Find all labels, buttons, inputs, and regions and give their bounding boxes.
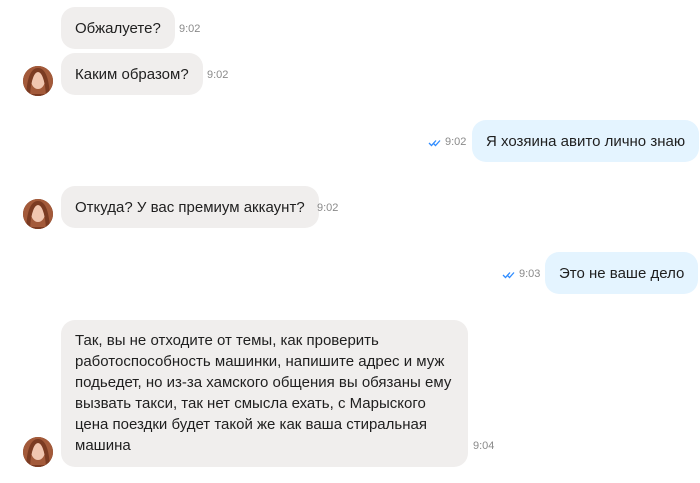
message-bubble-incoming[interactable]: Так, вы не отходите от темы, как провери…: [61, 320, 468, 467]
message-time: 9:02: [445, 136, 467, 148]
message-bubble-incoming[interactable]: Откуда? У вас премиум аккаунт?: [61, 186, 319, 228]
avatar[interactable]: [23, 199, 53, 229]
message-time: 9:02: [179, 23, 201, 35]
avatar[interactable]: [23, 66, 53, 96]
message-text: Каким образом?: [75, 66, 189, 83]
message-text: Откуда? У вас премиум аккаунт?: [75, 199, 305, 216]
message-time: 9:03: [519, 268, 541, 280]
message-text: Это не ваше дело: [559, 265, 685, 282]
message-bubble-incoming[interactable]: Каким образом?: [61, 53, 203, 95]
avatar[interactable]: [23, 437, 53, 467]
message-text: Так, вы не отходите от темы, как провери…: [75, 332, 452, 454]
message-text: Я хозяина авито лично знаю: [486, 133, 686, 150]
double-check-icon: [502, 272, 515, 279]
message-time: 9:04: [473, 440, 495, 452]
message-bubble-incoming[interactable]: Обжалуете?: [61, 7, 175, 49]
message-time: 9:02: [207, 69, 229, 81]
message-bubble-outgoing[interactable]: Это не ваше дело: [545, 252, 699, 294]
message-time: 9:02: [317, 202, 339, 214]
avatar-portrait: [23, 199, 53, 229]
message-text: Обжалуете?: [75, 20, 161, 37]
double-check-icon: [428, 140, 441, 147]
message-bubble-outgoing[interactable]: Я хозяина авито лично знаю: [472, 120, 700, 162]
avatar-portrait: [23, 437, 53, 467]
avatar-portrait: [23, 66, 53, 96]
